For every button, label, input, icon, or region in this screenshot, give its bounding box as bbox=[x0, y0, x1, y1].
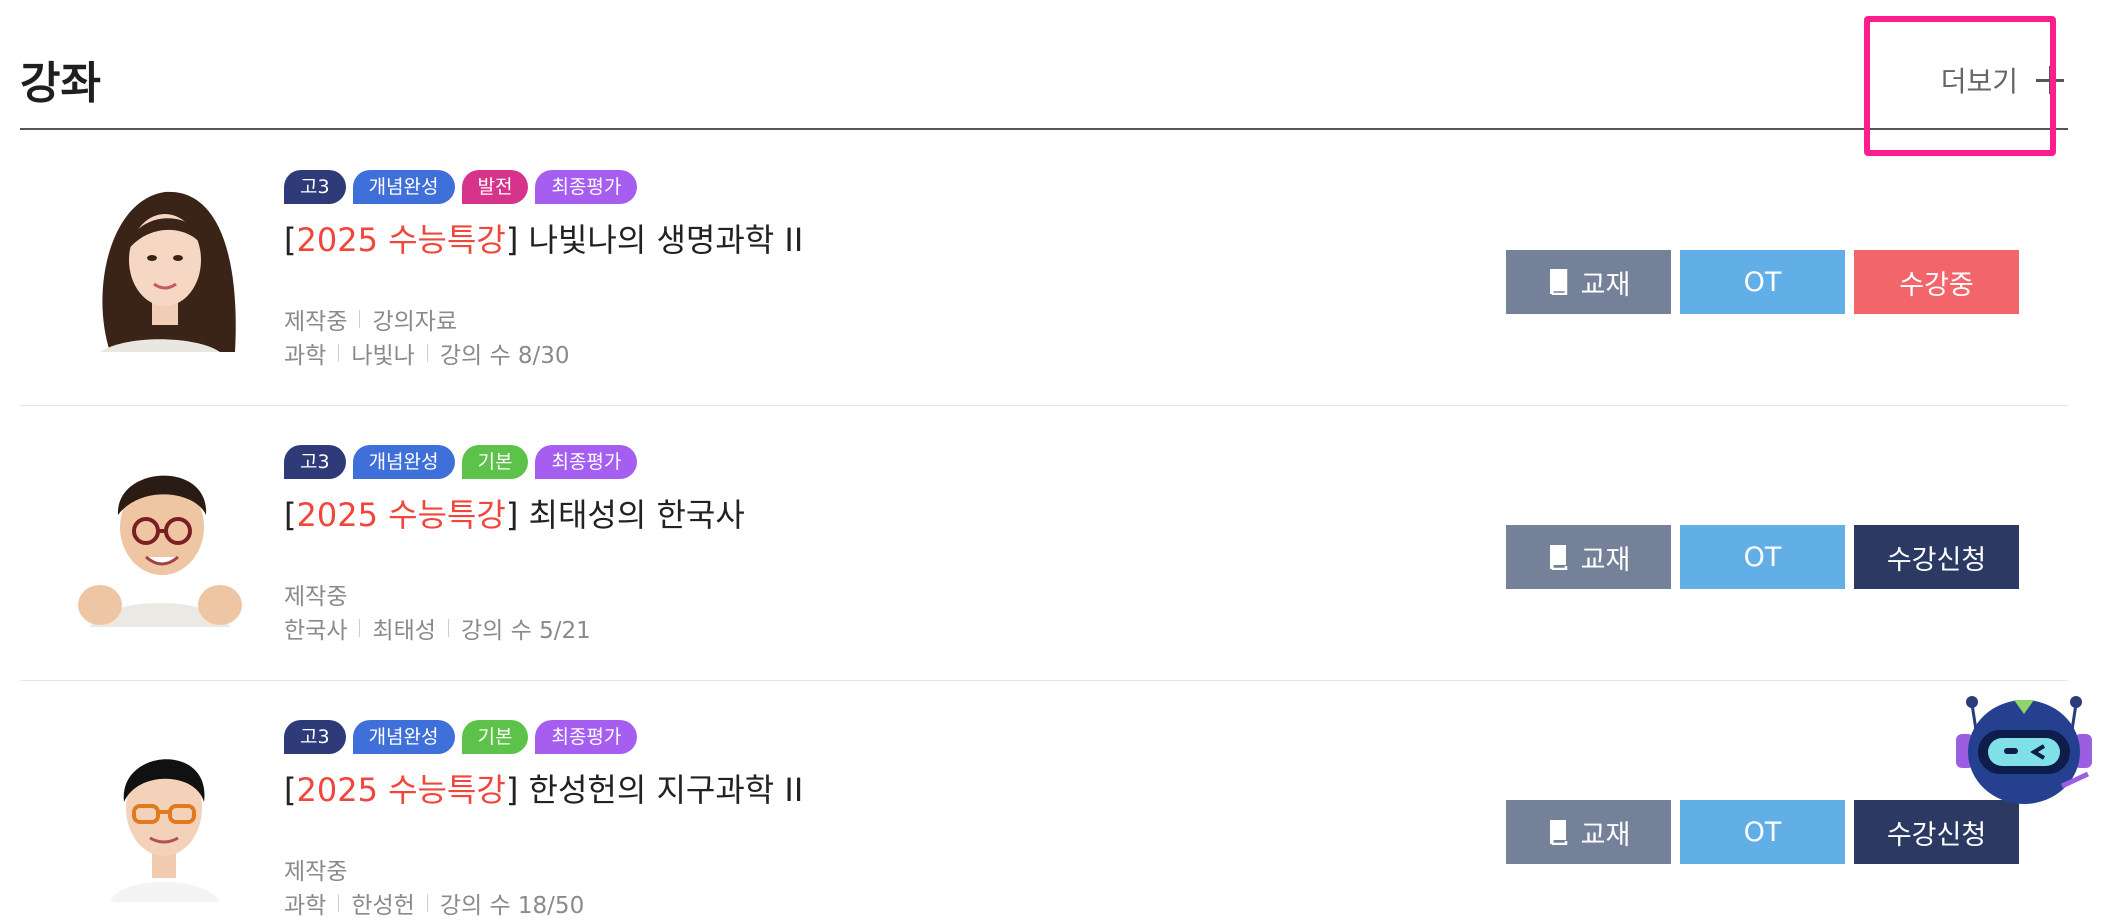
course-subject: 과학 bbox=[284, 343, 327, 369]
book-icon bbox=[1547, 269, 1569, 295]
course-status: 제작중 bbox=[284, 309, 348, 335]
course-teacher: 한성헌 bbox=[351, 893, 415, 919]
section-title: 강좌 bbox=[20, 58, 101, 109]
course-status-row: 제작중 bbox=[284, 852, 347, 886]
course-actions: 교재 OT 수강중 bbox=[1506, 250, 2019, 314]
ot-button[interactable]: OT bbox=[1680, 525, 1845, 589]
tag-concept: 개념완성 bbox=[352, 170, 455, 204]
tag-concept: 개념완성 bbox=[352, 445, 455, 479]
tag-grade: 고3 bbox=[284, 445, 346, 479]
course-subject: 과학 bbox=[284, 893, 327, 919]
course-actions: 교재 OT 수강신청 bbox=[1506, 525, 2019, 589]
plus-icon bbox=[2036, 66, 2064, 94]
enroll-button[interactable]: 수강신청 bbox=[1854, 800, 2019, 864]
textbook-button[interactable]: 교재 bbox=[1506, 250, 1671, 314]
course-item: 고3 개념완성 기본 최종평가 [2025 수능특강] 최태성의 한국사 제작중… bbox=[20, 405, 2068, 681]
title-bracket-open: [ bbox=[284, 496, 297, 534]
section-header: 강좌 더보기 bbox=[20, 0, 2068, 130]
tag-list: 고3 개념완성 기본 최종평가 bbox=[284, 445, 638, 479]
course-teacher: 나빛나 bbox=[351, 343, 415, 369]
course-subject: 한국사 bbox=[284, 618, 348, 644]
title-highlight: 2025 수능특강 bbox=[296, 496, 506, 534]
book-icon bbox=[1547, 544, 1569, 570]
title-bracket-open: [ bbox=[284, 221, 297, 259]
title-rest: ] 나빛나의 생명과학 II bbox=[505, 221, 804, 259]
course-status: 제작중 bbox=[284, 859, 348, 885]
title-bracket-open: [ bbox=[284, 771, 297, 809]
course-teacher: 최태성 bbox=[372, 618, 436, 644]
divider bbox=[447, 619, 449, 637]
divider bbox=[359, 619, 361, 637]
tag-grade: 고3 bbox=[284, 170, 346, 204]
teacher-photo bbox=[70, 445, 250, 627]
tag-level: 발전 bbox=[461, 170, 529, 204]
tag-list: 고3 개념완성 기본 최종평가 bbox=[284, 720, 638, 754]
course-info-row: 한국사 최태성 강의 수 5/21 bbox=[284, 611, 591, 645]
course-status-row: 제작중 bbox=[284, 577, 347, 611]
textbook-button[interactable]: 교재 bbox=[1506, 525, 1671, 589]
title-rest: ] 한성헌의 지구과학 II bbox=[505, 771, 804, 809]
course-lecture-count: 강의 수 8/30 bbox=[439, 343, 570, 369]
divider bbox=[359, 310, 361, 328]
course-title[interactable]: [2025 수능특강] 한성헌의 지구과학 II bbox=[284, 766, 803, 814]
more-button[interactable]: 더보기 bbox=[1941, 60, 2064, 100]
divider bbox=[426, 894, 428, 912]
tag-level: 기본 bbox=[461, 720, 529, 754]
course-title[interactable]: [2025 수능특강] 나빛나의 생명과학 II bbox=[284, 216, 803, 264]
teacher-photo bbox=[70, 170, 250, 352]
more-label: 더보기 bbox=[1940, 65, 2018, 98]
title-rest: ] 최태성의 한국사 bbox=[505, 496, 745, 534]
tag-final: 최종평가 bbox=[535, 720, 638, 754]
course-actions: 교재 OT 수강신청 bbox=[1506, 800, 2019, 864]
textbook-label: 교재 bbox=[1580, 819, 1631, 851]
tag-final: 최종평가 bbox=[535, 170, 638, 204]
tag-list: 고3 개념완성 발전 최종평가 bbox=[284, 170, 638, 204]
course-item: 고3 개념완성 기본 최종평가 [2025 수능특강] 한성헌의 지구과학 II… bbox=[20, 680, 2068, 920]
course-resource-link[interactable]: 강의자료 bbox=[372, 302, 457, 336]
enrolled-button[interactable]: 수강중 bbox=[1854, 250, 2019, 314]
book-icon bbox=[1547, 819, 1569, 845]
ot-button[interactable]: OT bbox=[1680, 800, 1845, 864]
tag-final: 최종평가 bbox=[535, 445, 638, 479]
textbook-label: 교재 bbox=[1580, 269, 1631, 301]
course-status: 제작중 bbox=[284, 584, 348, 610]
course-lecture-count: 강의 수 5/21 bbox=[460, 618, 591, 644]
course-lecture-count: 강의 수 18/50 bbox=[439, 893, 585, 919]
course-info-row: 과학 나빛나 강의 수 8/30 bbox=[284, 336, 570, 370]
divider bbox=[426, 344, 428, 362]
course-title[interactable]: [2025 수능특강] 최태성의 한국사 bbox=[284, 491, 745, 539]
teacher-photo bbox=[70, 720, 250, 902]
chatbot-button[interactable] bbox=[1950, 690, 2098, 808]
tag-grade: 고3 bbox=[284, 720, 346, 754]
divider bbox=[338, 894, 340, 912]
tag-level: 기본 bbox=[461, 445, 529, 479]
course-item: 고3 개념완성 발전 최종평가 [2025 수능특강] 나빛나의 생명과학 II… bbox=[20, 130, 2068, 406]
robot-icon bbox=[1956, 696, 2092, 804]
textbook-label: 교재 bbox=[1580, 544, 1631, 576]
title-highlight: 2025 수능특강 bbox=[296, 771, 506, 809]
course-status-row: 제작중 강의자료 bbox=[284, 302, 457, 336]
divider bbox=[338, 344, 340, 362]
course-info-row: 과학 한성헌 강의 수 18/50 bbox=[284, 886, 584, 920]
textbook-button[interactable]: 교재 bbox=[1506, 800, 1671, 864]
ot-button[interactable]: OT bbox=[1680, 250, 1845, 314]
enroll-button[interactable]: 수강신청 bbox=[1854, 525, 2019, 589]
tag-concept: 개념완성 bbox=[352, 720, 455, 754]
title-highlight: 2025 수능특강 bbox=[296, 221, 506, 259]
